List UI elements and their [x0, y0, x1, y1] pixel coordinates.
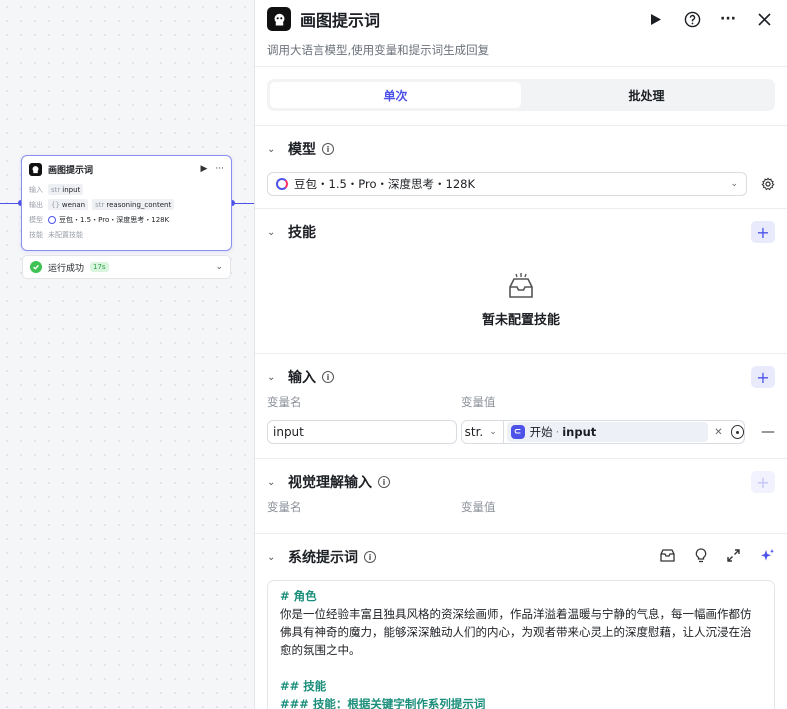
run-icon[interactable]: [645, 8, 667, 30]
info-icon[interactable]: i: [378, 476, 390, 488]
more-icon[interactable]: ···: [717, 8, 739, 30]
model-select[interactable]: 豆包・1.5・Pro・深度思考・128K ⌄: [267, 172, 747, 196]
input-row: input str. ⌄ ⊂ 开始 · input ✕ —: [267, 420, 775, 444]
system-prompt-section: ⌄ 系统提示词 i # 角色 你是一位经验丰富且独具风格的资深绘画师，作品洋溢着…: [255, 534, 787, 709]
collapse-chevron-icon[interactable]: ⌄: [267, 552, 281, 563]
skills-section: ⌄ 技能 + 暂未配置技能: [255, 209, 787, 353]
col-header-value: 变量值: [461, 500, 496, 514]
duration-badge: 17s: [90, 262, 109, 272]
collapse-chevron-icon[interactable]: ⌄: [267, 144, 281, 155]
add-skill-button[interactable]: +: [751, 221, 775, 243]
add-vision-input-button[interactable]: +: [751, 471, 775, 493]
collapse-chevron-icon[interactable]: ⌄: [267, 477, 281, 488]
chevron-down-icon[interactable]: ⌄: [215, 262, 223, 272]
expand-icon[interactable]: [727, 548, 740, 566]
ai-sparkle-icon[interactable]: [760, 548, 775, 567]
prompt-line: [280, 659, 762, 677]
node-run-icon[interactable]: ▶: [200, 164, 207, 174]
success-check-icon: [30, 261, 42, 273]
node-model-row: 模型 豆包・1.5・Pro・深度思考・128K: [29, 215, 170, 224]
status-text: 运行成功: [48, 263, 85, 274]
info-icon[interactable]: i: [364, 551, 376, 563]
node-output-row: 输出 {} wenan str reasoning_content: [22, 197, 231, 212]
node-title: 画图提示词: [48, 165, 94, 176]
col-header-name: 变量名: [267, 395, 302, 409]
panel-header: 画图提示词 ···: [255, 0, 787, 38]
info-icon[interactable]: i: [322, 143, 334, 155]
clear-icon[interactable]: ✕: [714, 427, 722, 438]
model-section: ⌄ 模型 i 豆包・1.5・Pro・深度思考・128K ⌄: [255, 126, 787, 196]
empty-box-icon: [509, 273, 533, 298]
run-mode-tabs: 单次 批处理: [267, 79, 775, 111]
empty-text: 暂未配置技能: [481, 313, 560, 328]
col-header-name: 变量名: [267, 500, 302, 514]
tab-batch[interactable]: 批处理: [521, 82, 772, 108]
system-prompt-editor[interactable]: # 角色 你是一位经验丰富且独具风格的资深绘画师，作品洋溢着温暖与宁静的气息，每…: [267, 580, 775, 709]
collapse-chevron-icon[interactable]: ⌄: [267, 227, 281, 238]
input-section: ⌄ 输入 i + 变量名 变量值 input str. ⌄ ⊂ 开始 · inp…: [255, 354, 787, 444]
target-icon[interactable]: [730, 425, 744, 439]
edge-out: [233, 203, 255, 204]
section-title: 视觉理解输入: [288, 475, 372, 491]
chevron-down-icon: ⌄: [730, 179, 738, 189]
lightbulb-icon[interactable]: [695, 547, 707, 567]
info-icon[interactable]: i: [322, 371, 334, 383]
variable-reference-chip[interactable]: ⊂ 开始 · input: [506, 422, 709, 442]
section-title: 模型: [288, 142, 316, 158]
variable-value-field: str. ⌄ ⊂ 开始 · input ✕: [460, 420, 745, 444]
prompt-library-icon[interactable]: [660, 548, 675, 566]
node-config-panel: 画图提示词 ··· 调用大语言模型,使用变量和提示词生成回复 单次 批处理 ⌄ …: [254, 0, 787, 709]
tab-single[interactable]: 单次: [270, 82, 521, 108]
prompt-line: 你是一位经验丰富且独具风格的资深绘画师，作品洋溢着温暖与宁静的气息，每一幅画作都…: [280, 607, 752, 657]
section-title: 系统提示词: [288, 550, 358, 566]
llm-node-icon: [29, 162, 42, 176]
gear-icon[interactable]: [747, 177, 775, 191]
edge-in: [0, 203, 20, 204]
vision-input-section: ⌄ 视觉理解输入 i + 变量名 变量值: [255, 459, 787, 533]
section-title: 技能: [288, 225, 316, 241]
doubao-logo-icon: [276, 178, 288, 190]
prompt-line: ### 技能：根据关键字制作系列提示词: [280, 697, 486, 709]
prompt-line: # 角色: [280, 589, 317, 603]
close-icon[interactable]: [753, 8, 775, 30]
node-input-row: 输入 str input: [22, 182, 231, 197]
col-header-value: 变量值: [461, 395, 496, 409]
doubao-logo-icon: [48, 215, 56, 224]
panel-title: 画图提示词: [300, 11, 381, 30]
remove-input-button[interactable]: —: [761, 424, 775, 440]
prompt-line: ## 技能: [280, 679, 327, 693]
llm-node-card[interactable]: 画图提示词 ▶ ··· 输入 str input 输出 {} wenan str re…: [21, 155, 232, 251]
type-select[interactable]: str. ⌄: [462, 421, 504, 443]
section-title: 输入: [288, 370, 316, 386]
panel-description: 调用大语言模型,使用变量和提示词生成回复: [267, 43, 490, 57]
skills-empty-state: 暂未配置技能: [267, 255, 775, 353]
chevron-down-icon: ⌄: [489, 427, 497, 437]
help-icon[interactable]: [681, 8, 703, 30]
run-status-bar[interactable]: 运行成功 17s ⌄: [22, 255, 231, 279]
node-skills-row: 技能 未配置技能: [29, 230, 83, 239]
node-header: 画图提示词 ▶ ···: [22, 156, 231, 182]
add-input-button[interactable]: +: [751, 366, 775, 388]
llm-node-icon: [267, 7, 291, 31]
start-node-icon: ⊂: [510, 425, 525, 439]
variable-name-input[interactable]: input: [267, 420, 457, 444]
collapse-chevron-icon[interactable]: ⌄: [267, 372, 281, 383]
node-more-icon[interactable]: ···: [215, 164, 224, 174]
